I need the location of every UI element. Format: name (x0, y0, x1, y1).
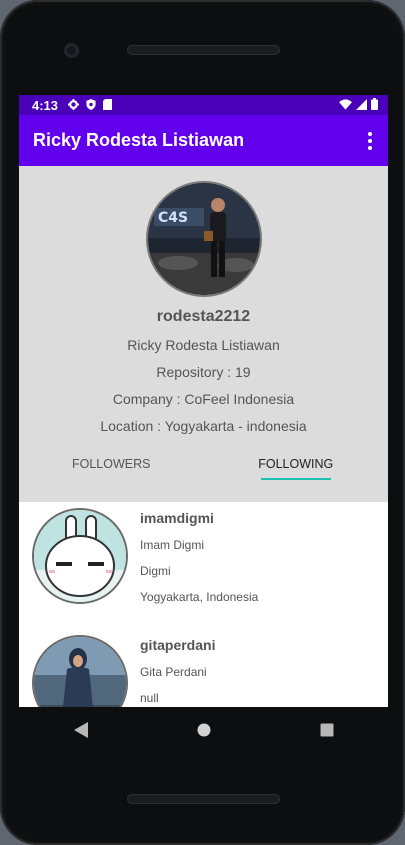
tab-followers[interactable]: FOLLOWERS (19, 452, 204, 492)
user-avatar (32, 635, 128, 707)
status-bar: 4:13 (19, 95, 388, 115)
user-login: gitaperdani (140, 637, 216, 653)
user-name: Gita Perdani (140, 665, 207, 679)
sd-card-icon (103, 98, 113, 113)
home-icon[interactable] (184, 710, 224, 750)
top-speaker (127, 45, 280, 55)
overflow-menu-icon[interactable] (364, 126, 376, 156)
user-name: Imam Digmi (140, 538, 205, 552)
profile-company: Company : CoFeel Indonesia (112, 391, 295, 407)
profile-name: Ricky Rodesta Listiawan (127, 337, 280, 353)
app-screen: 4:13 Ricky Rodesta Listiawan C4S rodesta… (19, 95, 388, 707)
profile-location: Location : Yogyakarta - indonesia (100, 418, 307, 434)
bottom-speaker (127, 794, 280, 804)
profile-repository: Repository : 19 (156, 364, 251, 380)
following-list: imamdigmi Imam Digmi Digmi Yogyakarta, I… (19, 502, 388, 707)
app-bar: Ricky Rodesta Listiawan (19, 115, 388, 166)
signal-icon (356, 98, 367, 113)
user-location: Yogyakarta, Indonesia (140, 590, 259, 604)
user-company: Digmi (140, 564, 171, 578)
list-item[interactable]: imamdigmi Imam Digmi Digmi Yogyakarta, I… (19, 502, 388, 629)
back-icon[interactable] (61, 710, 101, 750)
user-avatar (32, 508, 128, 604)
phone-frame: 4:13 Ricky Rodesta Listiawan C4S rodesta… (0, 0, 405, 845)
user-login: imamdigmi (140, 510, 214, 526)
battery-icon (371, 97, 378, 113)
svg-text:C4S: C4S (158, 210, 188, 226)
tab-following[interactable]: FOLLOWING (204, 452, 389, 492)
profile-username: rodesta2212 (156, 308, 251, 325)
user-company: null (140, 691, 159, 705)
wifi-icon (339, 98, 352, 113)
profile-section: C4S rodesta2212 Ricky Rodesta Listiawan … (19, 181, 388, 492)
system-nav-bar (19, 707, 388, 752)
profile-avatar: C4S (145, 181, 262, 297)
status-time: 4:13 (32, 97, 59, 113)
gear-icon (68, 98, 80, 113)
list-item[interactable]: gitaperdani Gita Perdani null (19, 629, 388, 707)
recents-icon[interactable] (307, 710, 347, 750)
shield-icon (86, 98, 96, 113)
app-bar-title: Ricky Rodesta Listiawan (33, 130, 245, 150)
tab-bar: FOLLOWERS FOLLOWING (19, 452, 388, 492)
front-camera (64, 43, 79, 58)
